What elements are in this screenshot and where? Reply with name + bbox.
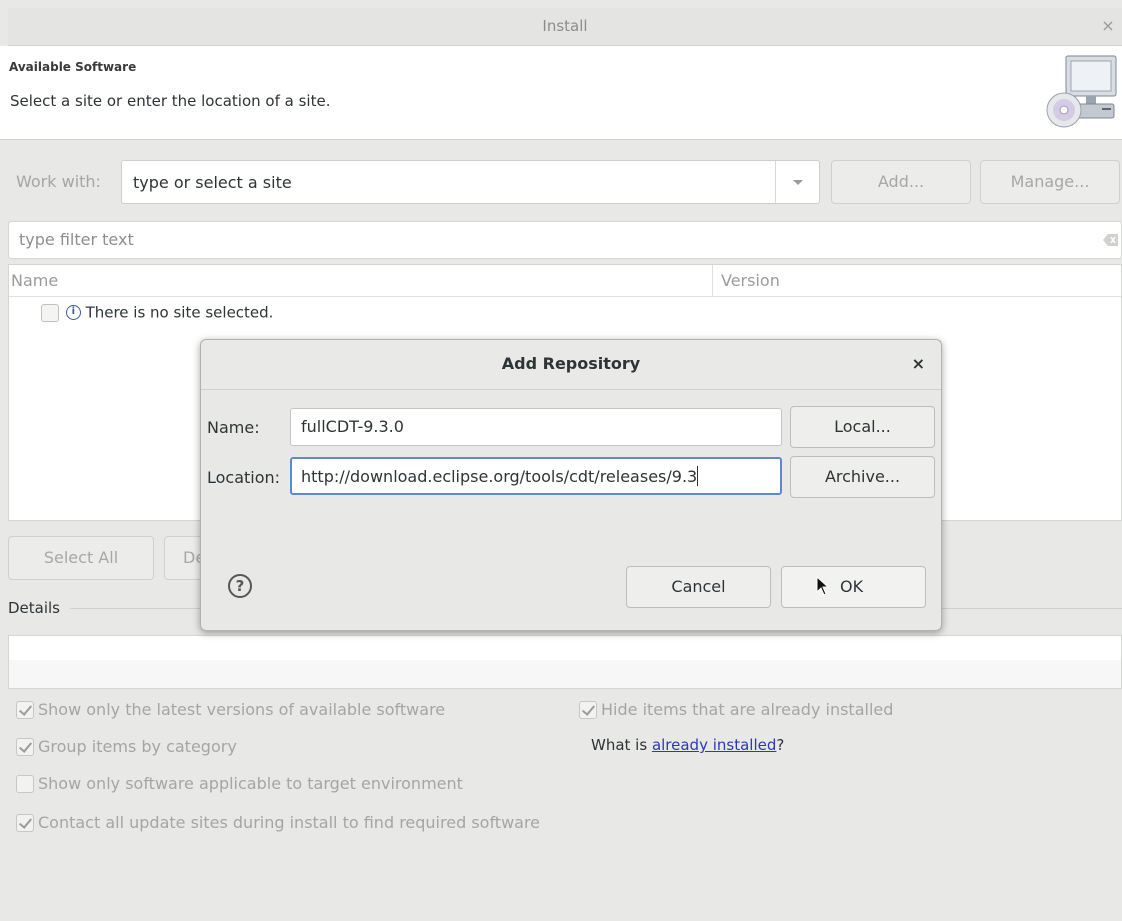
manage-sites-button[interactable]: Manage... [980, 160, 1120, 204]
what-is-suffix: ? [776, 736, 785, 754]
add-site-button[interactable]: Add... [831, 160, 971, 204]
mouse-pointer-icon [816, 576, 830, 596]
window-close-button[interactable]: × [1100, 16, 1116, 36]
location-label: Location: [207, 468, 281, 487]
details-label: Details [8, 599, 61, 617]
option-label: Show only software applicable to target … [38, 774, 463, 793]
checkbox-contact-all-sites[interactable] [16, 813, 34, 832]
wizard-header: Available Software Select a site or ente… [0, 46, 1122, 140]
archive-button[interactable]: Archive... [790, 456, 935, 498]
option-label: Contact all update sites during install … [38, 813, 541, 832]
checkbox-hide-installed[interactable] [579, 700, 597, 719]
what-is-installed: What is already installed? [591, 736, 784, 754]
clear-filter-icon[interactable] [1103, 233, 1119, 247]
text-cursor [697, 466, 699, 486]
option-group-by-category[interactable]: Group items by category [16, 736, 237, 756]
option-label: Group items by category [38, 737, 237, 756]
dialog-close-button[interactable]: × [912, 354, 925, 373]
column-name[interactable]: Name [11, 271, 58, 290]
chevron-down-icon[interactable] [775, 161, 819, 203]
location-value: http://download.eclipse.org/tools/cdt/re… [301, 467, 698, 486]
add-repository-dialog: Add Repository × Name: fullCDT-9.3.0 Loc… [200, 339, 942, 631]
row-checkbox[interactable] [41, 303, 59, 322]
page-title: Available Software [9, 60, 137, 74]
table-row[interactable]: i There is no site selected. [41, 303, 273, 323]
info-icon: i [65, 305, 81, 320]
option-hide-installed[interactable]: Hide items that are already installed [579, 699, 893, 719]
filter-placeholder: type filter text [19, 230, 134, 249]
ok-button[interactable]: OK [781, 566, 926, 608]
work-with-label: Work with: [16, 172, 101, 191]
filter-input[interactable]: type filter text [8, 221, 1122, 259]
option-latest-versions[interactable]: Show only the latest versions of availab… [16, 699, 445, 719]
checkbox-latest-versions[interactable] [16, 700, 34, 719]
already-installed-link[interactable]: already installed [652, 736, 776, 754]
site-combo[interactable]: type or select a site [121, 160, 820, 204]
dialog-titlebar: Add Repository × [201, 340, 941, 390]
what-is-prefix: What is [591, 736, 652, 754]
table-header: Name Version [9, 265, 1121, 297]
window-title: Install [542, 17, 588, 35]
page-description: Select a site or enter the location of a… [10, 92, 331, 110]
checkbox-applicable-only[interactable] [16, 774, 34, 793]
location-field[interactable]: http://download.eclipse.org/tools/cdt/re… [290, 457, 782, 495]
name-field[interactable]: fullCDT-9.3.0 [290, 408, 782, 446]
local-button[interactable]: Local... [790, 406, 935, 448]
option-contact-all-sites[interactable]: Contact all update sites during install … [16, 812, 540, 832]
option-label: Show only the latest versions of availab… [38, 700, 446, 719]
cancel-button[interactable]: Cancel [626, 566, 771, 608]
help-icon[interactable]: ? [228, 574, 252, 598]
install-software-icon [1046, 55, 1117, 128]
dialog-title: Add Repository [501, 354, 641, 373]
name-label: Name: [207, 418, 260, 437]
details-area [8, 635, 1122, 689]
checkbox-group-by-category[interactable] [16, 737, 34, 756]
select-all-button[interactable]: Select All [8, 536, 154, 580]
option-applicable-only[interactable]: Show only software applicable to target … [16, 773, 463, 793]
option-label: Hide items that are already installed [601, 700, 894, 719]
row-label: There is no site selected. [85, 303, 274, 322]
ok-label: OK [840, 577, 864, 596]
site-combo-value[interactable]: type or select a site [133, 173, 292, 192]
column-version[interactable]: Version [712, 265, 780, 296]
window-titlebar: Install × [8, 8, 1122, 46]
